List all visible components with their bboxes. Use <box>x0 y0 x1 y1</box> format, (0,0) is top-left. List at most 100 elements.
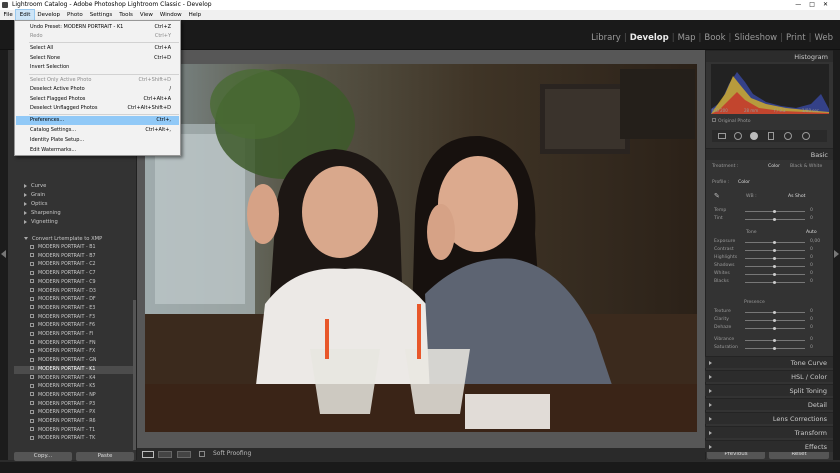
slider-highlights[interactable] <box>745 257 805 260</box>
preset-item[interactable]: MODERN PORTRAIT - K5 <box>30 383 133 391</box>
graduated-filter-icon[interactable] <box>768 132 774 140</box>
section-effects[interactable]: Effects <box>705 440 833 452</box>
preset-item[interactable]: MODERN PORTRAIT - C2 <box>30 261 133 269</box>
wb-eyedropper-icon[interactable]: ✎ <box>714 192 720 200</box>
menu-item-edit-watermarks[interactable]: Edit Watermarks... <box>16 146 179 155</box>
menu-item-preferences[interactable]: Preferences... Ctrl+, <box>16 116 179 125</box>
module-develop[interactable]: Develop <box>627 33 672 43</box>
preset-item[interactable]: MODERN PORTRAIT - B1 <box>30 244 133 252</box>
slider-value[interactable]: 0 <box>810 271 813 276</box>
slider-tint[interactable] <box>745 218 805 221</box>
menu-settings[interactable]: Settings <box>86 10 116 20</box>
menu-item-select-only-active-photo[interactable]: Select Only Active Photo Ctrl+Shift+D <box>16 76 179 85</box>
menu-photo[interactable]: Photo <box>64 10 87 20</box>
preset-item[interactable]: MODERN PORTRAIT - FX <box>30 348 133 356</box>
slider-value[interactable]: 0 <box>810 325 813 330</box>
slider-knob[interactable] <box>773 249 776 252</box>
slider-exposure[interactable] <box>745 241 805 244</box>
preset-item[interactable]: MODERN PORTRAIT - F3 <box>30 314 133 322</box>
slider-knob[interactable] <box>773 347 776 350</box>
redeye-icon[interactable] <box>750 132 758 140</box>
slider-value[interactable]: 0 <box>810 337 813 342</box>
right-panel-toggle[interactable] <box>833 50 840 460</box>
preset-group-grain[interactable]: Grain <box>24 192 45 198</box>
menu-item-catalog-settings[interactable]: Catalog Settings... Ctrl+Alt+, <box>16 126 179 135</box>
slider-value[interactable]: 0 <box>810 247 813 252</box>
section-lens-corrections[interactable]: Lens Corrections <box>705 412 833 424</box>
preset-item[interactable]: MODERN PORTRAIT - DF <box>30 296 133 304</box>
slider-vibrance[interactable] <box>745 339 805 342</box>
module-map[interactable]: Map <box>675 33 699 43</box>
treatment-bw[interactable]: Black & White <box>790 164 822 169</box>
slider-temp[interactable] <box>745 210 805 213</box>
preset-item[interactable]: MODERN PORTRAIT - FI <box>30 331 133 339</box>
module-library[interactable]: Library <box>588 33 624 43</box>
module-book[interactable]: Book <box>701 33 728 43</box>
slider-knob[interactable] <box>773 218 776 221</box>
slider-knob[interactable] <box>773 339 776 342</box>
slider-knob[interactable] <box>773 327 776 330</box>
copy-button[interactable]: Copy... <box>14 452 72 461</box>
slider-texture[interactable] <box>745 311 805 314</box>
menu-edit[interactable]: Edit <box>15 9 35 21</box>
slider-value[interactable]: 0 <box>810 309 813 314</box>
slider-knob[interactable] <box>773 319 776 322</box>
slider-knob[interactable] <box>773 273 776 276</box>
swap-view-icon[interactable] <box>177 451 191 458</box>
menu-develop[interactable]: Develop <box>34 10 64 20</box>
wb-select[interactable]: As Shot <box>788 194 805 199</box>
preset-group-curve[interactable]: Curve <box>24 183 46 189</box>
slider-knob[interactable] <box>773 281 776 284</box>
slider-knob[interactable] <box>773 265 776 268</box>
menu-item-undo-preset-modern-portrait-k1[interactable]: Undo Preset: MODERN PORTRAIT - K1 Ctrl+Z <box>16 23 179 32</box>
slider-value[interactable]: 0 <box>810 208 813 213</box>
profile-select[interactable]: Color <box>738 180 750 185</box>
slider-value[interactable]: 0 <box>810 279 813 284</box>
menu-item-redo[interactable]: Redo Ctrl+Y <box>16 32 179 41</box>
preset-item[interactable]: MODERN PORTRAIT - K4 <box>30 375 133 383</box>
menu-help[interactable]: Help <box>185 10 205 20</box>
preset-item[interactable]: MODERN PORTRAIT - T1 <box>30 427 133 435</box>
slider-knob[interactable] <box>773 311 776 314</box>
preset-item[interactable]: MODERN PORTRAIT - NP <box>30 392 133 400</box>
spot-removal-icon[interactable] <box>734 132 742 140</box>
menu-item-select-all[interactable]: Select All Ctrl+A <box>16 44 179 53</box>
menu-item-invert-selection[interactable]: Invert Selection <box>16 63 179 72</box>
window-controls-icon[interactable]: —□✕ <box>795 0 836 10</box>
menu-window[interactable]: Window <box>156 10 185 20</box>
module-slideshow[interactable]: Slideshow <box>731 33 780 43</box>
slider-clarity[interactable] <box>745 319 805 322</box>
adjustment-brush-icon[interactable] <box>802 132 810 140</box>
left-panel-toggle[interactable] <box>0 50 8 460</box>
soft-proofing-checkbox[interactable] <box>199 451 205 457</box>
radial-filter-icon[interactable] <box>784 132 792 140</box>
section-hsl-color[interactable]: HSL / Color <box>705 370 833 382</box>
treatment-color[interactable]: Color <box>768 164 780 169</box>
preset-item[interactable]: MODERN PORTRAIT - C7 <box>30 270 133 278</box>
slider-value[interactable]: 0 <box>810 345 813 350</box>
slider-contrast[interactable] <box>745 249 805 252</box>
before-after-icon[interactable] <box>158 451 172 458</box>
menu-item-select-none[interactable]: Select None Ctrl+D <box>16 54 179 63</box>
slider-dehaze[interactable] <box>745 327 805 330</box>
slider-value[interactable]: 0 <box>810 263 813 268</box>
slider-knob[interactable] <box>773 241 776 244</box>
preset-item[interactable]: MODERN PORTRAIT - PX <box>30 409 133 417</box>
slider-knob[interactable] <box>773 210 776 213</box>
slider-value[interactable]: 0 <box>810 317 813 322</box>
menu-view[interactable]: View <box>136 10 156 20</box>
slider-shadows[interactable] <box>745 265 805 268</box>
menu-item-deselect-unflagged-photos[interactable]: Deselect Unflagged Photos Ctrl+Alt+Shift+… <box>16 104 179 113</box>
basic-header[interactable]: Basic <box>706 148 834 160</box>
preset-group-vignetting[interactable]: Vignetting <box>24 219 58 225</box>
preset-item[interactable]: MODERN PORTRAIT - FN <box>30 340 133 348</box>
section-transform[interactable]: Transform <box>705 426 833 438</box>
slider-whites[interactable] <box>745 273 805 276</box>
section-split-toning[interactable]: Split Toning <box>705 384 833 396</box>
preset-group-optics[interactable]: Optics <box>24 201 47 207</box>
preset-item[interactable]: MODERN PORTRAIT - E3 <box>30 305 133 313</box>
section-detail[interactable]: Detail <box>705 398 833 410</box>
preset-item[interactable]: MODERN PORTRAIT - TK <box>30 435 133 443</box>
preset-item[interactable]: MODERN PORTRAIT - B7 <box>30 253 133 261</box>
preset-folder[interactable]: Convert Lrtemplate to XMP <box>24 236 102 242</box>
